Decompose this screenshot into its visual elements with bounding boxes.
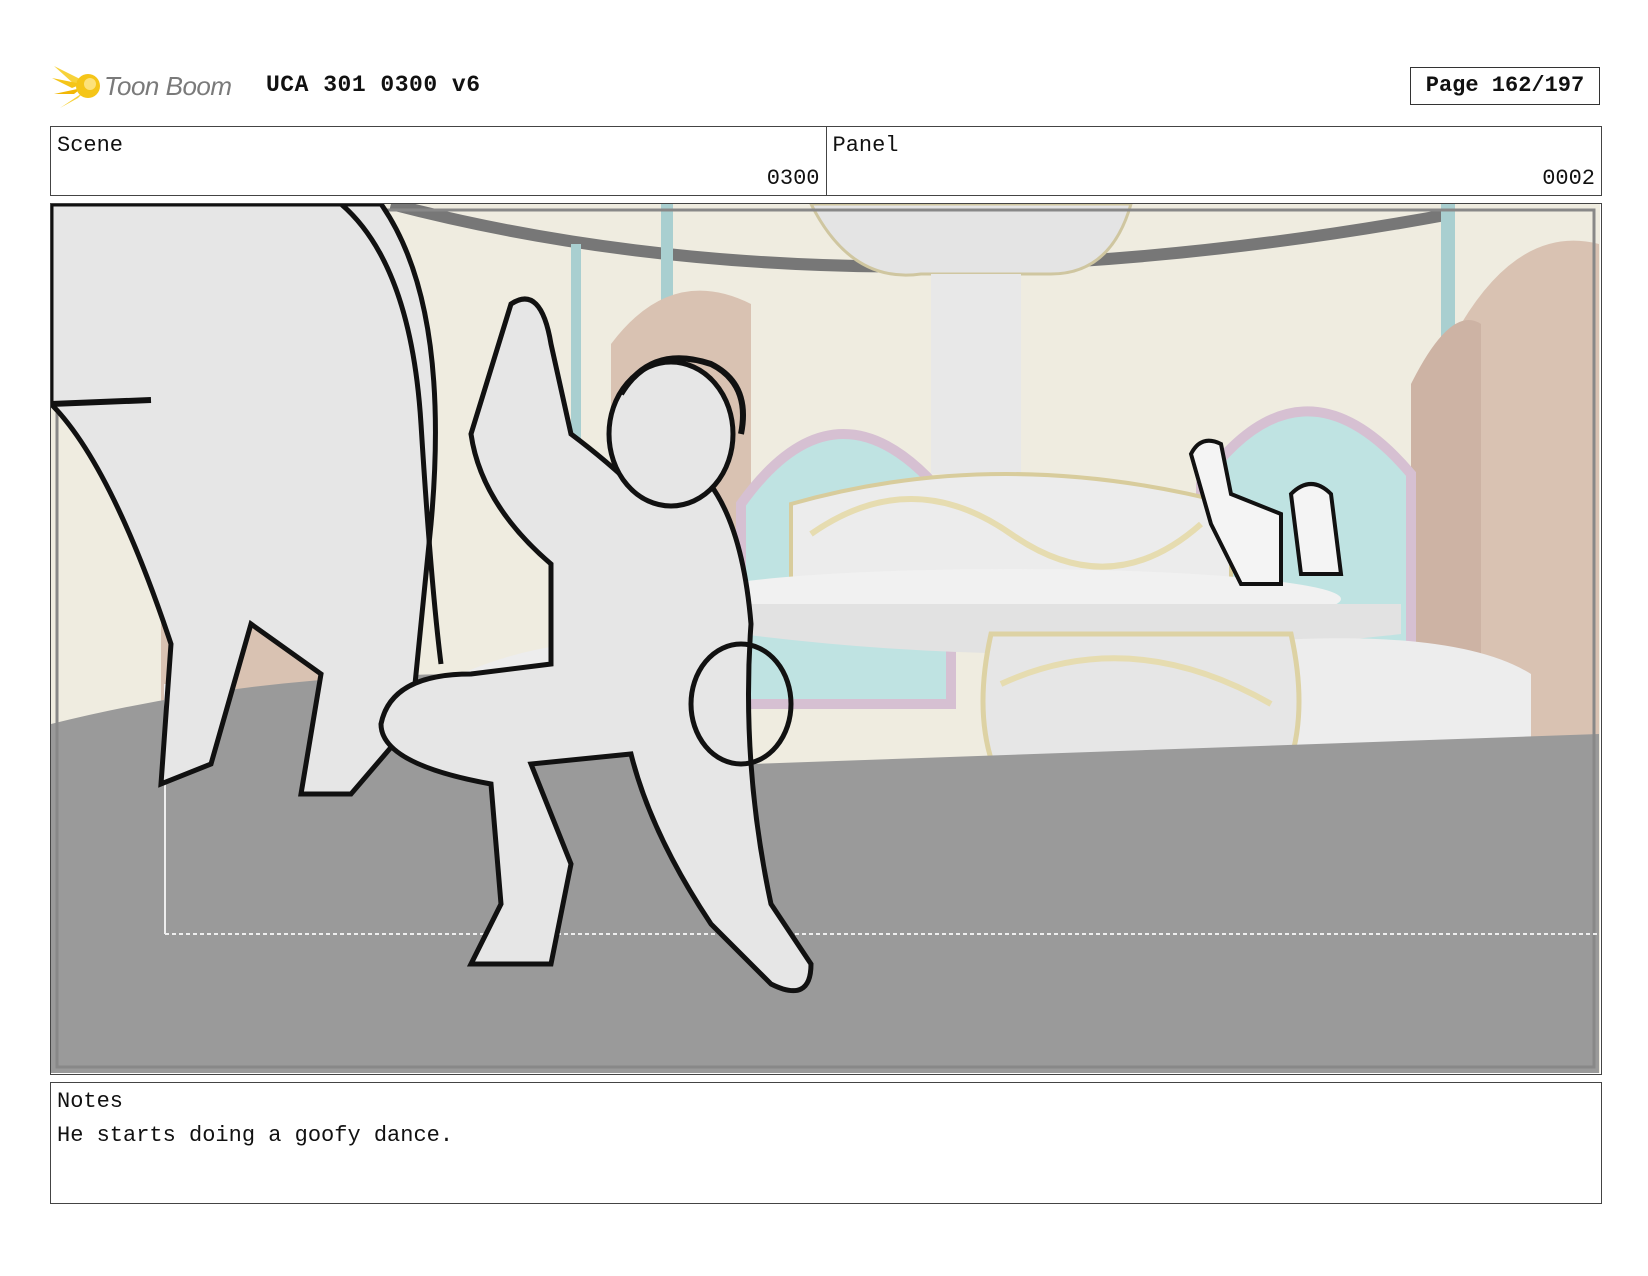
storyboard-panel-image xyxy=(50,203,1602,1075)
panel-label: Panel xyxy=(832,133,899,158)
scene-cell: Scene 0300 xyxy=(51,127,826,195)
notes-label: Notes xyxy=(57,1089,124,1114)
notes-box: Notes He starts doing a goofy dance. xyxy=(50,1082,1602,1204)
starburst-icon xyxy=(52,66,100,108)
logo-text: Toon Boom xyxy=(104,70,232,101)
notes-text: He starts doing a goofy dance. xyxy=(57,1123,454,1148)
scene-value: 0300 xyxy=(766,166,820,191)
panel-cell: Panel 0002 xyxy=(825,127,1602,195)
toon-boom-logo: Toon Boom xyxy=(52,58,232,114)
scene-label: Scene xyxy=(57,133,124,158)
panel-value: 0002 xyxy=(1542,166,1595,191)
page-indicator: Page 162/197 xyxy=(1410,67,1600,105)
scene-panel-table: Scene 0300 Panel 0002 xyxy=(50,126,1602,196)
document-title: UCA 301 0300 v6 xyxy=(266,72,481,98)
storyboard-drawing xyxy=(51,204,1600,1073)
